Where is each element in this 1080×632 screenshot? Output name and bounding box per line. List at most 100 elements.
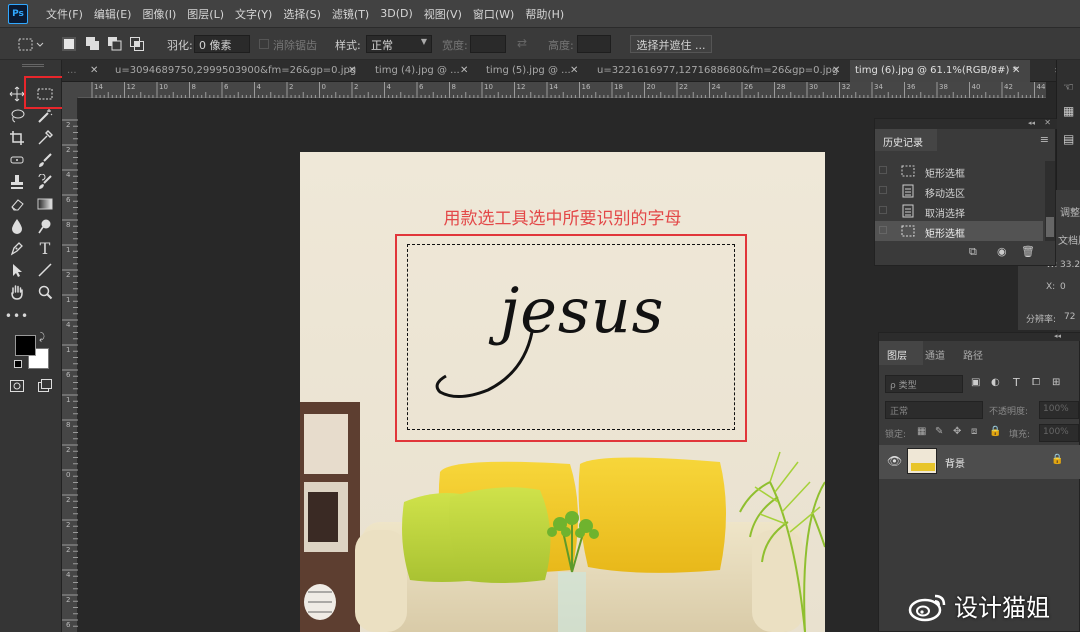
subtract-selection-icon[interactable] (108, 37, 122, 54)
lock-position-icon[interactable]: ✥ (953, 426, 961, 437)
menu-type[interactable]: 文字(Y) (235, 6, 272, 22)
grid-icon[interactable]: ▤ (1063, 132, 1074, 146)
pen-tool-icon[interactable] (6, 238, 28, 258)
menu-3d[interactable]: 3D(D) (380, 7, 413, 20)
history-brush-source-box[interactable] (879, 166, 887, 174)
tab-overflow-left[interactable]: ... (62, 60, 84, 82)
close-icon[interactable]: ✕ (570, 65, 578, 76)
close-icon[interactable]: ✕ (90, 65, 98, 76)
gradient-tool-icon[interactable] (34, 194, 56, 214)
menu-view[interactable]: 视图(V) (424, 6, 462, 22)
fill-input[interactable]: 100% (1039, 424, 1079, 442)
menu-window[interactable]: 窗口(W) (473, 6, 514, 22)
zoom-tool-icon[interactable] (34, 282, 56, 302)
filter-adjustment-icon[interactable]: ◐ (991, 377, 1000, 388)
select-and-mask-button[interactable]: 选择并遮住 ... (630, 35, 712, 53)
scrollbar-thumb[interactable] (1046, 217, 1054, 237)
tab-paths[interactable]: 路径 (963, 347, 983, 362)
lock-all-icon[interactable]: 🔒 (989, 426, 1001, 437)
tab-document-4[interactable]: u=3221616977,1271688680&fm=26&gp=0.jpg (592, 60, 847, 82)
width-input[interactable] (470, 35, 506, 53)
filter-pixel-icon[interactable]: ▣ (971, 377, 980, 388)
type-tool-icon[interactable]: T (34, 238, 56, 258)
info-icon[interactable]: ▦ (1063, 104, 1074, 118)
style-select[interactable]: 正常 ▼ (366, 35, 432, 53)
close-icon[interactable]: ✕ (1012, 65, 1020, 76)
panel-menu-icon[interactable]: ≡ (1040, 133, 1049, 146)
panel-header-strip[interactable]: ◂◂ ✕ (875, 118, 1057, 129)
panel-header-strip[interactable]: ◂◂ (879, 332, 1080, 341)
feather-input[interactable]: 0 像素 (194, 35, 250, 53)
history-brush-tool-icon[interactable] (34, 172, 56, 192)
add-selection-icon[interactable] (86, 37, 100, 54)
filter-smart-object-icon[interactable]: ⊞ (1052, 377, 1060, 388)
layer-name[interactable]: 背景 (945, 455, 965, 470)
lock-artboard-icon[interactable]: ⧈ (971, 426, 977, 437)
tab-document-active[interactable]: timg (6).jpg @ 61.1%(RGB/8#) * (850, 60, 1030, 82)
tab-channels[interactable]: 通道 (925, 347, 945, 362)
menu-filter[interactable]: 滤镜(T) (332, 6, 369, 22)
trash-icon[interactable]: 🗑 (1021, 245, 1035, 258)
tab-history[interactable]: 历史记录 (883, 134, 923, 149)
toolbar-grip[interactable] (22, 64, 44, 67)
healing-brush-tool-icon[interactable] (6, 150, 28, 170)
new-selection-icon[interactable] (62, 37, 76, 51)
history-brush-source-box[interactable] (879, 186, 887, 194)
clone-stamp-tool-icon[interactable] (6, 172, 28, 192)
tab-document-1[interactable]: u=3094689750,2999503900&fm=26&gp=0.jpg (110, 60, 365, 82)
collapse-icon[interactable]: ◂◂ (1028, 119, 1035, 127)
layer-row-background[interactable]: 👁 背景 🔒 (879, 445, 1080, 479)
dodge-tool-icon[interactable] (34, 216, 56, 236)
menu-file[interactable]: 文件(F) (46, 6, 83, 22)
document-image[interactable]: 用款选工具选中所要识别的字母 jesus (300, 152, 825, 632)
default-colors-icon[interactable] (14, 360, 22, 368)
history-item[interactable]: 矩形选框 (875, 161, 1043, 181)
screen-mode-icon[interactable] (34, 376, 56, 396)
eyedropper-tool-icon[interactable] (34, 128, 56, 148)
new-document-from-state-icon[interactable]: ⧉ (969, 245, 977, 259)
tab-document-3[interactable]: timg (5).jpg @ ... (481, 60, 581, 82)
blend-mode-select[interactable]: 正常 (885, 401, 983, 419)
history-item[interactable]: 移动选区 (875, 181, 1043, 201)
visibility-eye-icon[interactable]: 👁 (887, 454, 902, 468)
quick-mask-icon[interactable] (6, 376, 28, 396)
eraser-tool-icon[interactable] (6, 194, 28, 214)
close-icon[interactable]: ✕ (460, 65, 468, 76)
cursor-icon[interactable]: ☜ (1063, 80, 1074, 94)
lock-pixels-icon[interactable]: ✎ (935, 426, 943, 437)
blur-tool-icon[interactable] (6, 216, 28, 236)
opacity-input[interactable]: 100% (1039, 401, 1079, 419)
layer-filter-select[interactable]: ρ 类型 (885, 375, 963, 393)
close-icon[interactable]: ✕ (1044, 118, 1051, 127)
antialias-checkbox[interactable] (259, 39, 269, 49)
history-scrollbar[interactable] (1045, 161, 1055, 241)
collapse-icon[interactable]: ◂◂ (1054, 332, 1061, 340)
menu-select[interactable]: 选择(S) (283, 6, 321, 22)
menu-edit[interactable]: 编辑(E) (94, 6, 132, 22)
more-tools-icon[interactable]: ••• (5, 306, 28, 326)
close-icon[interactable]: ✕ (832, 65, 840, 76)
menu-help[interactable]: 帮助(H) (525, 6, 564, 22)
history-brush-source-box[interactable] (879, 226, 887, 234)
lasso-tool-icon[interactable] (6, 106, 28, 126)
height-input[interactable] (577, 35, 611, 53)
foreground-color-swatch[interactable] (15, 335, 36, 356)
path-selection-tool-icon[interactable] (6, 260, 28, 280)
adjust-tab[interactable]: 调整 (1060, 204, 1080, 219)
magic-wand-tool-icon[interactable] (34, 106, 56, 126)
close-icon[interactable]: ✕ (348, 65, 356, 76)
history-item[interactable]: 取消选择 (875, 201, 1043, 221)
filter-type-icon[interactable]: T (1013, 376, 1020, 389)
menu-image[interactable]: 图像(I) (142, 6, 176, 22)
lock-transparent-icon[interactable]: ▦ (917, 426, 926, 437)
filter-shape-icon[interactable]: ⧠ (1032, 377, 1040, 388)
swap-colors-icon[interactable]: ⤸ (39, 332, 45, 343)
tab-document-2[interactable]: timg (4).jpg @ ... (370, 60, 470, 82)
tab-layers-bg[interactable]: 图层 (879, 341, 923, 365)
intersect-selection-icon[interactable] (130, 37, 144, 54)
marquee-preset-icon[interactable] (18, 38, 44, 55)
hand-tool-icon[interactable] (6, 282, 28, 302)
tab-layers[interactable]: 图层 (887, 347, 907, 362)
history-item-selected[interactable]: 矩形选框 (875, 221, 1043, 241)
menu-layer[interactable]: 图层(L) (187, 6, 224, 22)
